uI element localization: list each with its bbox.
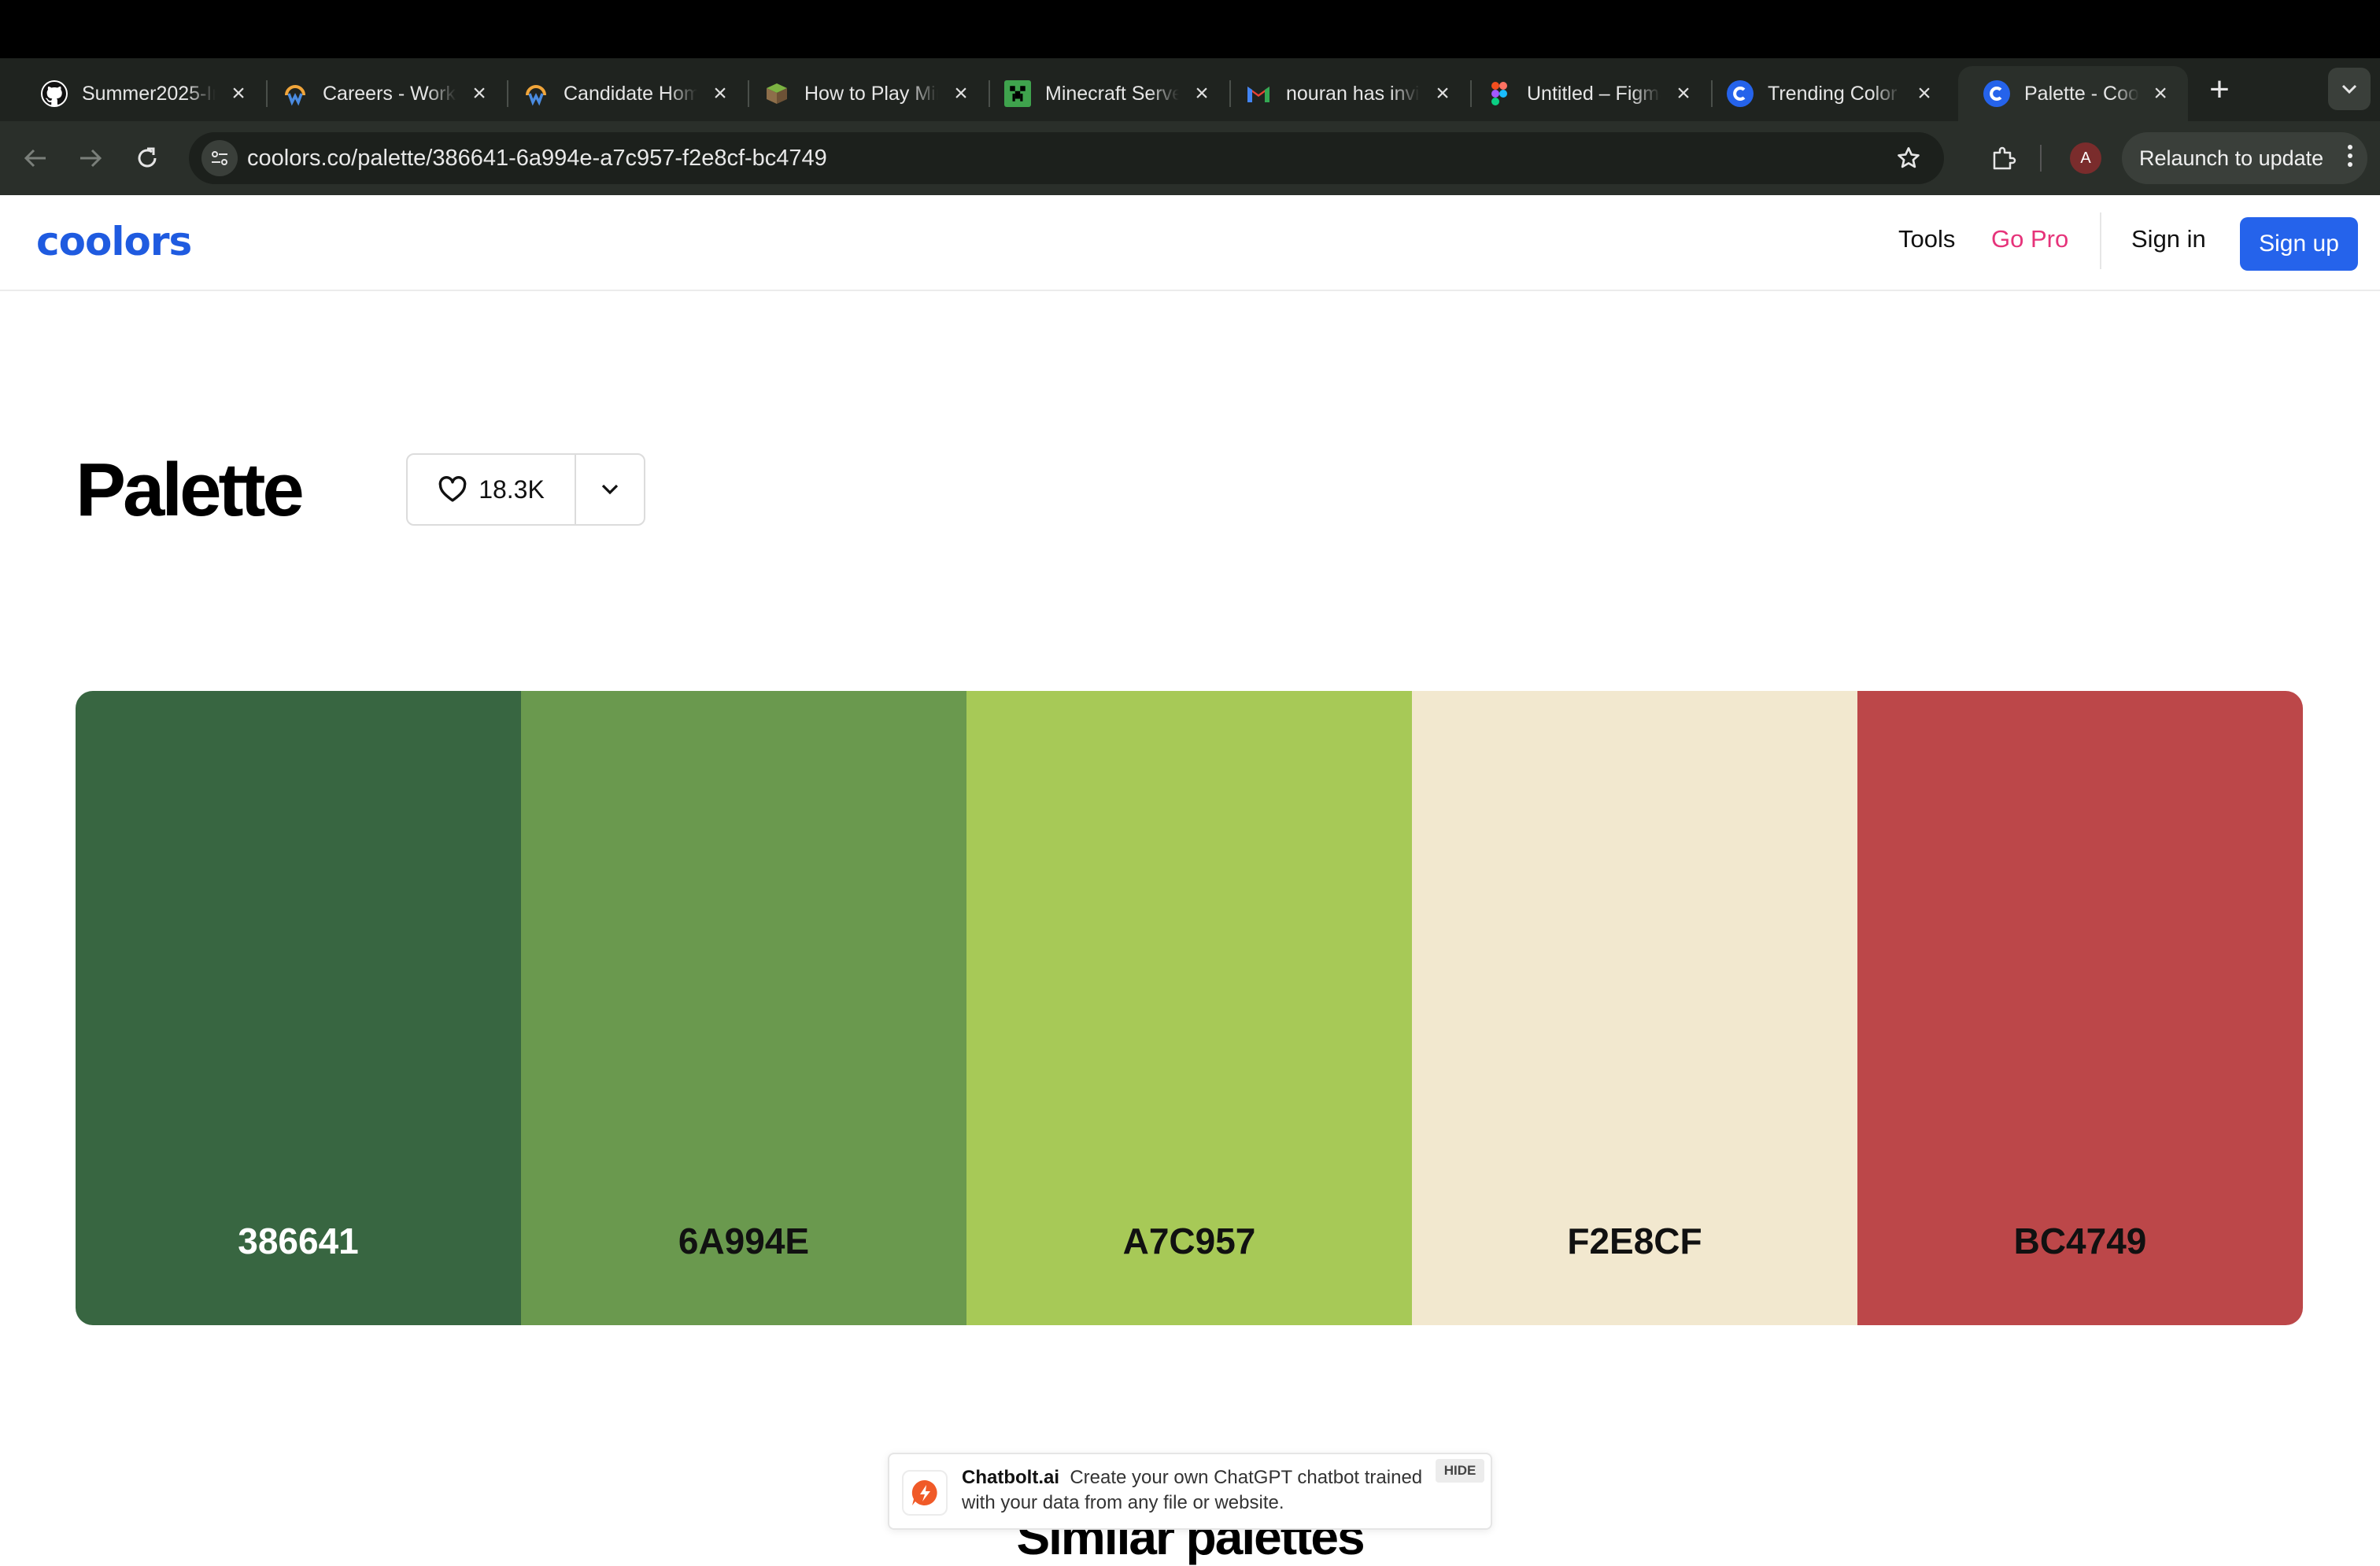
profile-avatar[interactable]: A [2070, 142, 2101, 174]
tab-title: How to Play Minecraft [804, 82, 938, 105]
color-swatch[interactable]: A7C957 [966, 691, 1412, 1325]
gmail-icon [1245, 80, 1272, 107]
reload-icon [138, 147, 157, 168]
tab-candidate-home[interactable]: Candidate Home × [497, 66, 749, 121]
close-icon[interactable]: × [1431, 80, 1454, 107]
coolors-icon [1983, 80, 2010, 107]
tab-minecraft-server[interactable]: Minecraft Server × [979, 66, 1231, 121]
site-settings-icon[interactable] [201, 140, 238, 176]
heart-icon [438, 476, 467, 502]
hex-code-label[interactable]: F2E8CF [1412, 1220, 1857, 1262]
close-icon[interactable]: × [949, 80, 973, 107]
reload-button[interactable] [128, 139, 167, 178]
tab-title: Careers - Workday [323, 82, 456, 105]
bookmark-star-icon[interactable] [1892, 142, 1925, 175]
hex-code-label[interactable]: 386641 [76, 1220, 521, 1262]
new-tab-button[interactable]: + [2204, 69, 2235, 110]
sign-in-link[interactable]: Sign in [2131, 225, 2206, 253]
site-header: coolors Tools Go Pro Sign in Sign up [0, 195, 2380, 291]
system-top-bar [0, 0, 2380, 58]
puzzle-icon [1993, 146, 2016, 170]
tab-search-button[interactable] [2328, 68, 2371, 110]
page-title: Palette [76, 448, 305, 532]
color-swatch[interactable]: 386641 [76, 691, 521, 1325]
chatbolt-logo-icon [902, 1470, 948, 1516]
tab-gmail[interactable]: nouran has invited you × [1220, 66, 1472, 121]
creeper-icon [1004, 80, 1031, 107]
color-swatch[interactable]: 6A994E [521, 691, 966, 1325]
chevron-down-icon [601, 484, 619, 495]
more-options-dropdown[interactable] [576, 455, 644, 524]
tab-strip: Summer2025-Internships × Careers - Workd… [0, 58, 2380, 121]
tab-figma[interactable]: Untitled – Figma × [1461, 66, 1713, 121]
arrow-right-icon [80, 149, 102, 168]
tab-title: nouran has invited you [1286, 82, 1420, 105]
github-icon [41, 80, 68, 107]
tab-trending-palettes[interactable]: Trending Color Palettes × [1702, 66, 1953, 121]
close-icon[interactable]: × [1913, 80, 1936, 107]
header-divider [2100, 212, 2101, 269]
close-icon[interactable]: × [468, 80, 491, 107]
coolors-icon [1727, 80, 1754, 107]
browser-toolbar: coolors.co/palette/386641-6a994e-a7c957-… [0, 121, 2380, 195]
close-icon[interactable]: × [1190, 80, 1214, 107]
minecraft-block-icon [763, 80, 790, 107]
tab-title: Trending Color Palettes [1768, 82, 1901, 105]
ad-hide-button[interactable]: HIDE [1436, 1459, 1484, 1483]
tab-title: Minecraft Server [1045, 82, 1179, 105]
chevron-down-icon [2341, 84, 2357, 94]
tab-how-to-play[interactable]: How to Play Minecraft × [738, 66, 990, 121]
close-icon[interactable]: × [227, 80, 250, 107]
forward-button[interactable] [71, 139, 110, 178]
nav-tools-link[interactable]: Tools [1898, 225, 1955, 253]
close-icon[interactable]: × [2150, 80, 2171, 107]
arrow-left-icon [24, 149, 46, 168]
workday-icon [282, 80, 309, 107]
ad-brand: Chatbolt.ai [962, 1467, 1059, 1488]
toolbar-divider [2040, 145, 2042, 172]
tab-palette-coolors[interactable]: Palette - Coolors × [1958, 66, 2188, 121]
url-text[interactable]: coolors.co/palette/386641-6a994e-a7c957-… [247, 132, 827, 184]
tab-title: Summer2025-Internships [82, 82, 216, 105]
close-icon[interactable]: × [1672, 80, 1695, 107]
back-button[interactable] [16, 139, 55, 178]
address-bar[interactable]: coolors.co/palette/386641-6a994e-a7c957-… [189, 132, 1944, 184]
tab-github[interactable]: Summer2025-Internships × [16, 66, 268, 121]
relaunch-button[interactable]: Relaunch to update [2122, 132, 2367, 184]
like-count: 18.3K [479, 475, 545, 504]
ad-text: Chatbolt.ai Create your own ChatGPT chat… [962, 1465, 1426, 1516]
ad-banner[interactable]: Chatbolt.ai Create your own ChatGPT chat… [888, 1453, 1492, 1530]
tab-title: Candidate Home [564, 82, 697, 105]
like-button-group: 18.3K [406, 453, 645, 526]
more-vert-icon[interactable] [2347, 145, 2353, 171]
tab-workday-careers[interactable]: Careers - Workday × [257, 66, 508, 121]
hex-code-label[interactable]: A7C957 [966, 1220, 1412, 1262]
extensions-button[interactable] [1983, 139, 2023, 178]
color-swatch[interactable]: F2E8CF [1412, 691, 1857, 1325]
coolors-logo[interactable]: coolors [36, 219, 192, 264]
like-button[interactable]: 18.3K [408, 455, 576, 524]
color-palette: 386641 6A994E A7C957 F2E8CF BC4749 [76, 691, 2303, 1325]
sign-up-button[interactable]: Sign up [2240, 217, 2358, 271]
close-icon[interactable]: × [708, 80, 732, 107]
color-swatch[interactable]: BC4749 [1857, 691, 2303, 1325]
relaunch-label: Relaunch to update [2139, 146, 2324, 170]
nav-go-pro-link[interactable]: Go Pro [1991, 225, 2068, 253]
hex-code-label[interactable]: BC4749 [1857, 1220, 2303, 1262]
tab-title: Untitled – Figma [1527, 82, 1661, 105]
hex-code-label[interactable]: 6A994E [521, 1220, 966, 1262]
figma-icon [1486, 80, 1513, 107]
tab-title: Palette - Coolors [2024, 82, 2139, 105]
workday-icon [523, 80, 549, 107]
